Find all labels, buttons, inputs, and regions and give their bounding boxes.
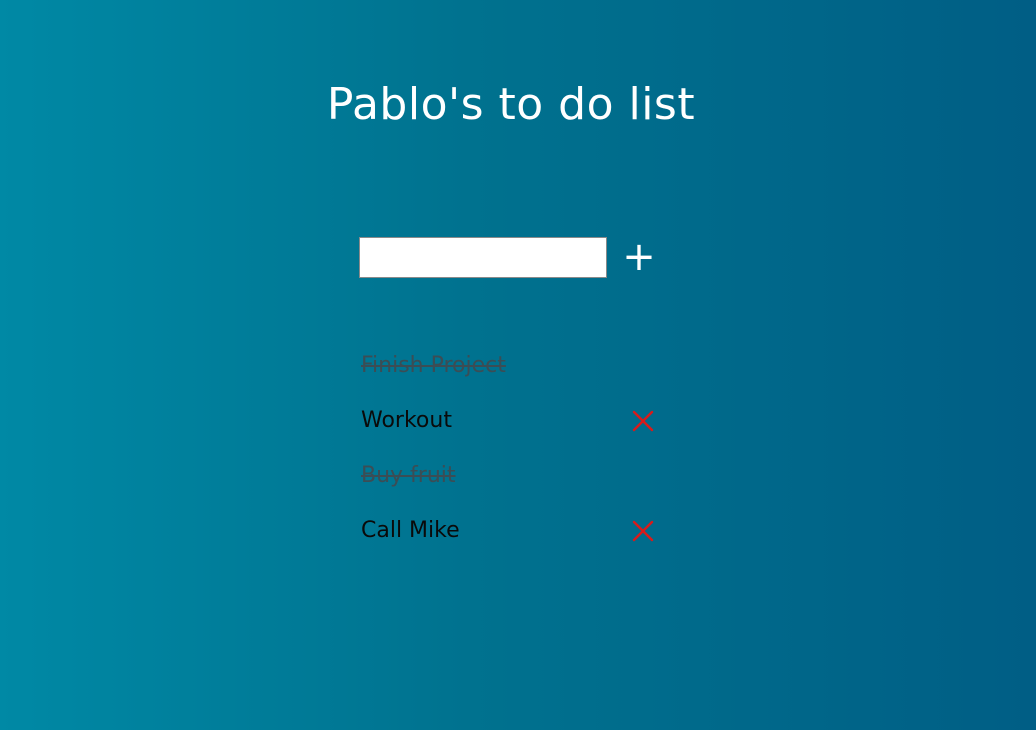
close-icon[interactable]: [631, 409, 655, 433]
new-task-input[interactable]: [359, 237, 607, 278]
plus-icon: +: [622, 234, 656, 280]
task-text[interactable]: Call Mike: [361, 516, 460, 546]
task-item: Buy fruit: [361, 448, 661, 503]
new-task-row: +: [359, 237, 656, 278]
task-text[interactable]: Workout: [361, 406, 452, 436]
task-text[interactable]: Buy fruit: [361, 461, 456, 491]
task-item: Finish Project: [361, 338, 661, 393]
task-item: Call Mike: [361, 503, 661, 558]
task-text[interactable]: Finish Project: [361, 351, 506, 381]
page-title: Pablo's to do list: [326, 79, 696, 130]
close-icon[interactable]: [631, 519, 655, 543]
add-task-button[interactable]: +: [622, 237, 656, 278]
task-item: Workout: [361, 393, 661, 448]
task-list: Finish Project Workout Buy fruit Call Mi…: [361, 338, 661, 558]
